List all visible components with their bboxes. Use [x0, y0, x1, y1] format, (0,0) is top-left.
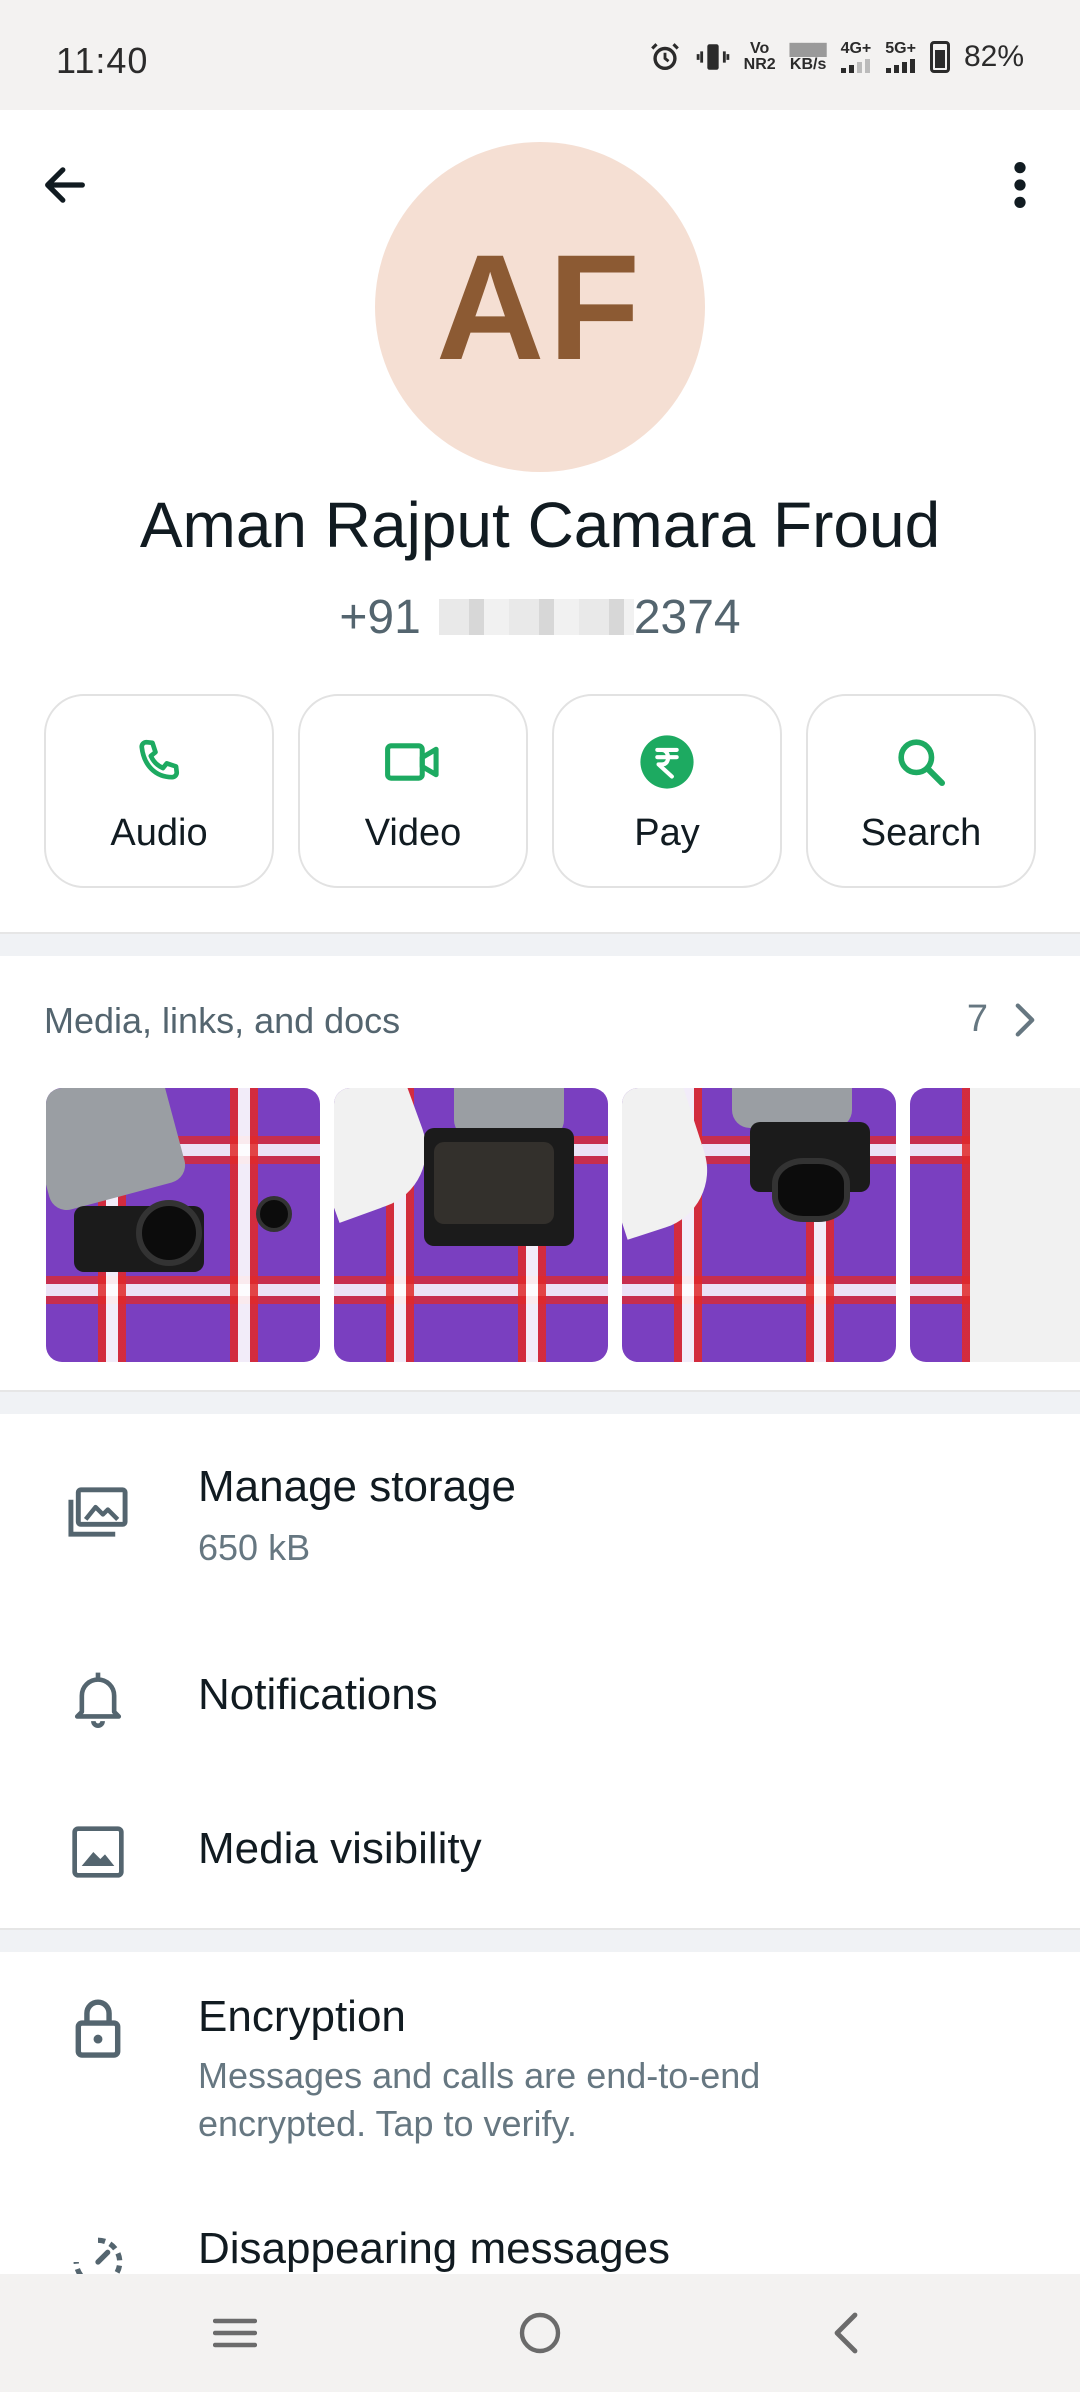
search-button[interactable]: Search: [806, 694, 1036, 888]
battery-icon: [929, 41, 950, 73]
pay-button[interactable]: Pay: [552, 694, 782, 888]
alarm-icon: [650, 43, 679, 71]
encryption-description: Messages and calls are end-to-end encryp…: [198, 2055, 761, 2144]
vibrate-icon: [696, 44, 729, 70]
volte-indicator: Vo NR2: [743, 40, 776, 73]
lock-icon: [75, 1999, 121, 2058]
media-section-title[interactable]: Media, links, and docs: [44, 1000, 400, 1042]
phone-redaction: [438, 599, 634, 635]
video-call-button[interactable]: Video: [298, 694, 528, 888]
contact-phone: +91 2374: [0, 590, 1080, 645]
encryption-item[interactable]: Encryption: [198, 1992, 406, 2042]
action-buttons: Audio Video Pay Search: [44, 694, 1036, 890]
disappearing-messages-item[interactable]: Disappearing messages: [198, 2224, 670, 2274]
back-button[interactable]: [30, 150, 100, 220]
media-visibility-icon-wrap: [62, 1816, 134, 1888]
navigation-bar: [0, 2274, 1080, 2392]
status-time: 11:40: [56, 40, 149, 81]
back-arrow-icon: [45, 167, 85, 203]
network-2-indicator: 5G+: [885, 41, 916, 73]
media-count: 7: [966, 998, 988, 1040]
manage-storage-size: 650 kB: [198, 1527, 311, 1568]
section-divider: [0, 1390, 1080, 1414]
bell-icon: [74, 1672, 122, 1728]
section-divider: [0, 932, 1080, 956]
network-1-indicator: 4G+: [841, 41, 871, 73]
media-visibility-item[interactable]: Media visibility: [198, 1824, 482, 1874]
home-circle-icon: [519, 2312, 561, 2354]
status-bar: 11:40 Vo NR2 ▆▆▆ KB/s 4G+ 5G+ 82%: [0, 0, 1080, 110]
encryption-icon-wrap: [62, 1992, 134, 2064]
notifications-item[interactable]: Notifications: [198, 1670, 438, 1720]
phone-prefix: +91: [339, 591, 421, 644]
image-icon: [72, 1826, 124, 1878]
chevron-left-icon: [834, 2312, 858, 2354]
media-thumbnails: [46, 1088, 1080, 1362]
media-thumbnail[interactable]: [622, 1088, 896, 1362]
storage-icon: [68, 1487, 128, 1537]
video-camera-icon: [385, 743, 439, 781]
contact-name: Aman Rajput Camara Froud: [139, 489, 941, 561]
manage-storage-icon-wrap: [62, 1476, 134, 1548]
recent-apps-button[interactable]: [165, 2274, 305, 2392]
media-thumbnail[interactable]: [46, 1088, 320, 1362]
avatar[interactable]: AF: [375, 142, 705, 472]
search-icon: [898, 739, 946, 787]
chevron-right-icon: [1015, 1002, 1035, 1037]
more-options-button[interactable]: [990, 150, 1050, 220]
audio-call-button[interactable]: Audio: [44, 694, 274, 888]
speed-indicator: ▆▆▆ KB/s: [789, 40, 827, 73]
media-count-button[interactable]: 7: [967, 998, 1038, 1041]
section-divider: [0, 1928, 1080, 1952]
status-icons: Vo NR2 ▆▆▆ KB/s 4G+ 5G+ 82%: [648, 40, 1024, 74]
phone-suffix: 2374: [633, 591, 741, 644]
media-thumbnail[interactable]: [334, 1088, 608, 1362]
rupee-icon: [640, 735, 694, 789]
more-vertical-icon: [1014, 162, 1026, 208]
notifications-icon-wrap: [62, 1662, 134, 1734]
manage-storage-item[interactable]: Manage storage: [198, 1462, 516, 1512]
avatar-initials: AF: [436, 222, 644, 391]
menu-icon: [213, 2318, 257, 2348]
battery-percentage: 82%: [963, 40, 1024, 73]
nav-back-button[interactable]: [775, 2274, 915, 2392]
phone-icon: [139, 739, 180, 780]
media-thumbnail[interactable]: [910, 1088, 1080, 1362]
home-button[interactable]: [470, 2274, 610, 2392]
